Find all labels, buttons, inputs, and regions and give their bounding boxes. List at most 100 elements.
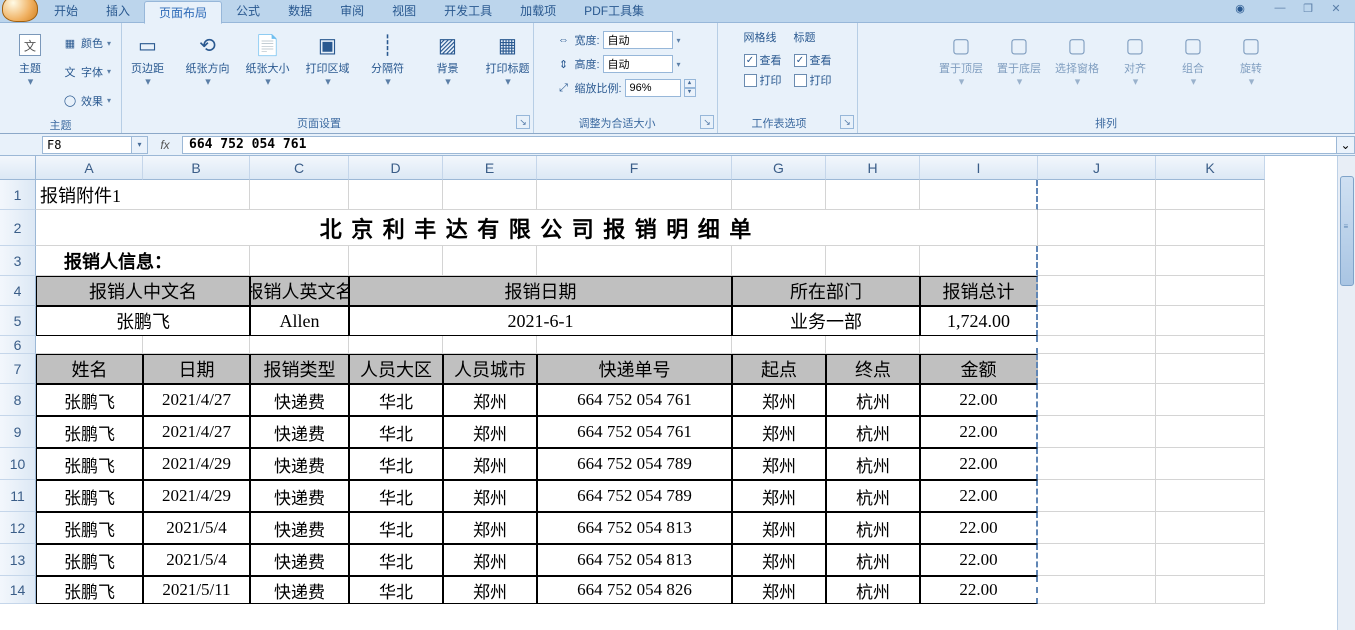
cell-r13c7[interactable]: 郑州 [732,544,826,576]
col-header-K[interactable]: K [1156,156,1265,180]
cell-r11c11[interactable] [1156,480,1265,512]
cell-r1c7[interactable] [732,180,826,210]
cell-r1c5[interactable] [443,180,537,210]
cell-r13c9[interactable]: 22.00 [920,544,1038,576]
tab-视图[interactable]: 视图 [378,0,430,23]
pagesetup-launcher[interactable]: ↘ [516,115,530,129]
cell-r8c10[interactable] [1038,384,1156,416]
cell-r3c10[interactable] [1038,246,1156,276]
cell-r9c8[interactable]: 杭州 [826,416,920,448]
col-header-J[interactable]: J [1038,156,1156,180]
tab-加载项[interactable]: 加载项 [506,0,570,23]
formula-input[interactable] [182,136,1337,154]
cell-r9c6[interactable]: 664 752 054 761 [537,416,732,448]
scrollbar-thumb[interactable] [1340,176,1354,286]
cell-r12c3[interactable]: 快递费 [250,512,349,544]
cell-r3c6[interactable] [537,246,732,276]
cell-r9c1[interactable]: 张鹏飞 [36,416,143,448]
row-header-7[interactable]: 7 [0,354,36,384]
cell-r7c7[interactable]: 起点 [732,354,826,384]
row-header-8[interactable]: 8 [0,384,36,416]
cell-r10c10[interactable] [1038,448,1156,480]
cell-r6c4[interactable] [349,336,443,354]
cell-r2c10[interactable] [1038,210,1156,246]
cell-r13c3[interactable]: 快递费 [250,544,349,576]
cell-r8c3[interactable]: 快递费 [250,384,349,416]
cell-r1c8[interactable] [826,180,920,210]
cell-r14c2[interactable]: 2021/5/11 [143,576,250,604]
cell-r3c8[interactable] [826,246,920,276]
cell-r7c1[interactable]: 姓名 [36,354,143,384]
cell-r14c5[interactable]: 郑州 [443,576,537,604]
cell-r11c4[interactable]: 华北 [349,480,443,512]
cell-r8c5[interactable]: 郑州 [443,384,537,416]
cell-r3c9[interactable] [920,246,1038,276]
cell-r8c9[interactable]: 22.00 [920,384,1038,416]
row-header-3[interactable]: 3 [0,246,36,276]
restore-button[interactable]: ❐ [1295,0,1321,16]
cell-r14c11[interactable] [1156,576,1265,604]
tab-PDF工具集[interactable]: PDF工具集 [570,0,658,23]
cell-r1c11[interactable] [1156,180,1265,210]
cell-r4c1 / 3[interactable]: 报销人中文名 [36,276,250,306]
cell-r4c10[interactable] [1038,276,1156,306]
cell-r11c6[interactable]: 664 752 054 789 [537,480,732,512]
cell-r6c10[interactable] [1038,336,1156,354]
cell-r9c11[interactable] [1156,416,1265,448]
cell-r5c1 / 3[interactable]: 张鹏飞 [36,306,250,336]
tab-开始[interactable]: 开始 [40,0,92,23]
cell-r12c7[interactable]: 郑州 [732,512,826,544]
scale-input[interactable] [625,79,681,97]
col-header-G[interactable]: G [732,156,826,180]
cell-r8c2[interactable]: 2021/4/27 [143,384,250,416]
cell-r6c2[interactable] [143,336,250,354]
colors-button[interactable]: ▦颜色▾ [62,35,111,51]
breaks-button[interactable]: ┊分隔符▾ [360,27,416,89]
cell-r6c7[interactable] [732,336,826,354]
cell-r1c10[interactable] [1038,180,1156,210]
cell-r12c1[interactable]: 张鹏飞 [36,512,143,544]
cell-r1c6[interactable] [537,180,732,210]
gridlines-view-check[interactable]: ✓查看 [744,52,782,68]
cell-r4c4 / 7[interactable]: 报销日期 [349,276,732,306]
cell-r13c10[interactable] [1038,544,1156,576]
cell-r9c4[interactable]: 华北 [349,416,443,448]
effects-button[interactable]: ◯效果▾ [62,93,111,109]
cell-r11c1[interactable]: 张鹏飞 [36,480,143,512]
cell-r9c10[interactable] [1038,416,1156,448]
cell-r12c6[interactable]: 664 752 054 813 [537,512,732,544]
cell-r14c7[interactable]: 郑州 [732,576,826,604]
cell-r3c4[interactable] [349,246,443,276]
cell-r6c9[interactable] [920,336,1038,354]
col-header-F[interactable]: F [537,156,732,180]
cell-r3c5[interactable] [443,246,537,276]
cell-r1c3[interactable] [250,180,349,210]
cell-r9c7[interactable]: 郑州 [732,416,826,448]
cell-r6c11[interactable] [1156,336,1265,354]
cell-r12c11[interactable] [1156,512,1265,544]
col-header-D[interactable]: D [349,156,443,180]
cell-r1c2[interactable] [143,180,250,210]
cell-r8c8[interactable]: 杭州 [826,384,920,416]
scale-launcher[interactable]: ↘ [700,115,714,129]
cell-r14c4[interactable]: 华北 [349,576,443,604]
cell-r7c5[interactable]: 人员城市 [443,354,537,384]
col-header-C[interactable]: C [250,156,349,180]
cell-r3c3[interactable] [250,246,349,276]
row-header-11[interactable]: 11 [0,480,36,512]
cell-r5c4 / 7[interactable]: 2021-6-1 [349,306,732,336]
cell-r6c1[interactable] [36,336,143,354]
cell-r6c3[interactable] [250,336,349,354]
cell-r1c1[interactable]: 报销附件1 [36,180,143,210]
cell-r7c11[interactable] [1156,354,1265,384]
cell-r4c7 / 9[interactable]: 所在部门 [732,276,920,306]
printArea-button[interactable]: ▣打印区域▾ [300,27,356,89]
cell-r12c5[interactable]: 郑州 [443,512,537,544]
row-header-10[interactable]: 10 [0,448,36,480]
cell-r5c10[interactable] [1038,306,1156,336]
tab-页面布局[interactable]: 页面布局 [144,1,222,24]
cell-r14c9[interactable]: 22.00 [920,576,1038,604]
tab-数据[interactable]: 数据 [274,0,326,23]
cell-r7c10[interactable] [1038,354,1156,384]
cell-r2c1 / 10[interactable]: 北 京 利 丰 达 有 限 公 司 报 销 明 细 单 [36,210,1038,246]
